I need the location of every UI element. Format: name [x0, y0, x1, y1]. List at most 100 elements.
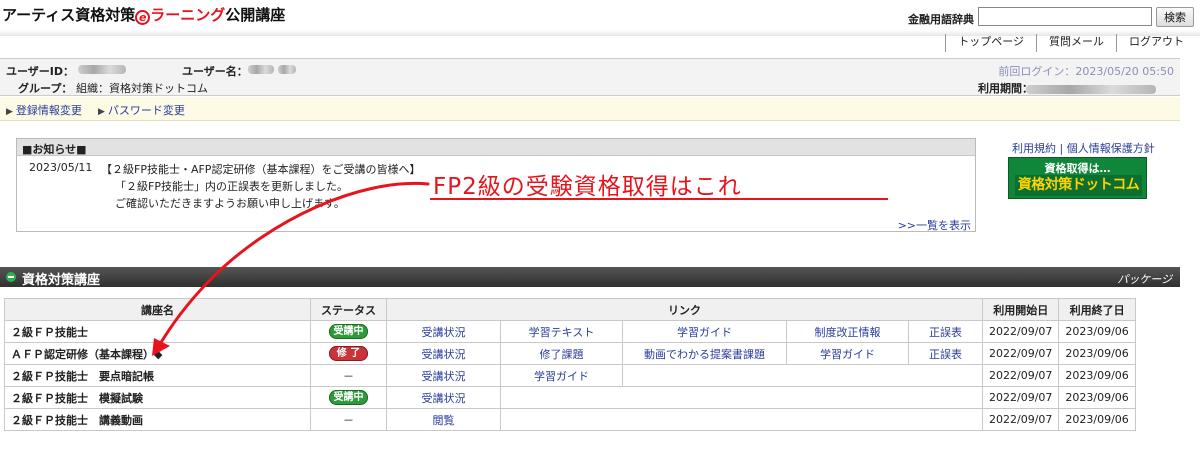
status-cell: 修 了: [310, 342, 387, 365]
change-password-link[interactable]: ▶ パスワード変更: [98, 102, 185, 118]
group-label: グループ：: [18, 82, 73, 95]
link-video-proposal-assignment[interactable]: 動画でわかる提案書課題: [622, 342, 787, 365]
nav-logout[interactable]: ログアウト: [1117, 34, 1200, 52]
course-name: ＡＦＰ認定研修（基本課程）◆: [4, 342, 311, 365]
notice-title: ■お知らせ■: [17, 139, 975, 156]
status-cell: －: [310, 408, 387, 431]
triangle-right-icon: ▶: [6, 107, 13, 117]
header-course-name: 講座名: [4, 298, 311, 321]
status-cell: 受講中: [310, 386, 387, 409]
status-badge: 修 了: [329, 346, 368, 361]
notice-date: 2023/05/11: [29, 161, 93, 174]
section-header: 資格対策講座 パッケージ: [0, 267, 1180, 288]
start-date: 2022/09/07: [981, 386, 1060, 409]
link-study-guide[interactable]: 学習ガイド: [622, 320, 787, 343]
link-textbook[interactable]: 学習テキスト: [500, 320, 623, 343]
end-date: 2023/09/06: [1058, 408, 1136, 431]
start-date: 2022/09/07: [981, 364, 1060, 387]
user-name-label: ユーザー名：: [182, 65, 248, 78]
link-progress[interactable]: 受講状況: [386, 342, 501, 365]
group-value: 組織：資格対策ドットコム: [76, 82, 208, 95]
link-study-guide[interactable]: 学習ガイド: [500, 364, 623, 387]
table-row: ２級ＦＰ技能士 模擬試験 受講中 受講状況 2022/09/07 2023/09…: [4, 386, 1136, 409]
link-progress[interactable]: 受講状況: [386, 364, 501, 387]
link-law-revision[interactable]: 制度改正情報: [786, 320, 909, 343]
dictionary-search-input[interactable]: [978, 7, 1152, 26]
logo-text-2: ラーニング: [150, 6, 226, 24]
status-cell: －: [310, 364, 387, 387]
start-date: 2022/09/07: [981, 408, 1060, 431]
edit-registration-label: 登録情報変更: [15, 104, 82, 117]
minus-circle-icon[interactable]: [6, 272, 16, 282]
policy-links: 利用規約 | 個人情報保護方針: [1012, 140, 1155, 156]
banner-bottom-text: 資格対策ドットコム: [1015, 175, 1142, 196]
search-button[interactable]: 検索: [1156, 7, 1194, 27]
link-completion-assignment[interactable]: 修了課題: [500, 342, 623, 365]
end-date: 2023/09/06: [1058, 342, 1136, 365]
empty-cell: [500, 408, 983, 431]
header-links: リンク: [386, 298, 983, 321]
last-login: 前回ログイン：2023/05/20 05:50: [998, 65, 1174, 78]
shikaku-taisaku-banner[interactable]: 資格取得は… 資格対策ドットコム: [1008, 157, 1147, 199]
link-view[interactable]: 閲覧: [386, 408, 501, 431]
table-row: ＡＦＰ認定研修（基本課程）◆ 修 了 受講状況 修了課題 動画でわかる提案書課題…: [4, 342, 1136, 365]
start-date: 2022/09/07: [981, 320, 1060, 343]
site-logo[interactable]: アーティス資格対策 e ラーニング公開講座: [2, 4, 285, 25]
link-errata[interactable]: 正誤表: [908, 342, 983, 365]
end-date: 2023/09/06: [1058, 364, 1136, 387]
end-date: 2023/09/06: [1058, 320, 1136, 343]
user-id-value: [78, 62, 126, 75]
notice-line-3: ご確認いただきますようお願い申し上げます。: [115, 197, 345, 210]
change-password-label: パスワード変更: [107, 104, 185, 117]
annotation-underline: [430, 198, 888, 200]
user-name-value: [248, 62, 296, 75]
dictionary-label: 金融用語辞典: [908, 13, 974, 26]
nav-question-mail[interactable]: 質問メール: [1037, 34, 1117, 52]
section-title: 資格対策講座: [22, 273, 101, 288]
page-header: アーティス資格対策 e ラーニング公開講座 金融用語辞典 検索: [0, 0, 1200, 36]
link-progress[interactable]: 受講状況: [386, 320, 501, 343]
link-errata[interactable]: 正誤表: [908, 320, 983, 343]
course-table: 講座名 ステータス リンク 利用開始日 利用終了日 ２級ＦＰ技能士 受講中 受講…: [4, 298, 1136, 431]
status-badge: 受講中: [329, 390, 368, 405]
empty-cell: [500, 386, 983, 409]
table-row: ２級ＦＰ技能士 講義動画 － 閲覧 2022/09/07 2023/09/06: [4, 408, 1136, 431]
link-separator: |: [1056, 142, 1067, 155]
table-row: ２級ＦＰ技能士 要点暗記帳 － 受講状況 学習ガイド 2022/09/07 20…: [4, 364, 1136, 387]
usage-period-value: [1026, 82, 1156, 95]
user-info-bar: ユーザーID： ユーザー名： グループ： 組織：資格対策ドットコム 前回ログイン…: [0, 58, 1180, 96]
course-name: ２級ＦＰ技能士 模擬試験: [4, 386, 311, 409]
usage-period-label: 利用期間：: [978, 82, 1033, 95]
header-end-date: 利用終了日: [1058, 298, 1136, 321]
package-label: パッケージ: [1117, 273, 1172, 286]
course-name: ２級ＦＰ技能士: [4, 320, 311, 343]
header-status: ステータス: [310, 298, 387, 321]
privacy-link[interactable]: 個人情報保護方針: [1067, 142, 1155, 155]
terms-link[interactable]: 利用規約: [1012, 142, 1056, 155]
link-progress[interactable]: 受講状況: [386, 386, 501, 409]
notice-show-all-link[interactable]: >>一覧を表示: [898, 217, 971, 233]
annotation-text: FP2級の受験資格取得はこれ: [433, 174, 742, 200]
logo-e-mark: e: [135, 10, 151, 25]
course-name: ２級ＦＰ技能士 要点暗記帳: [4, 364, 311, 387]
nav-top-page[interactable]: トップページ: [946, 34, 1037, 52]
edit-registration-link[interactable]: ▶ 登録情報変更: [6, 102, 82, 118]
table-row: ２級ＦＰ技能士 受講中 受講状況 学習テキスト 学習ガイド 制度改正情報 正誤表…: [4, 320, 1136, 343]
course-name: ２級ＦＰ技能士 講義動画: [4, 408, 311, 431]
status-cell: 受講中: [310, 320, 387, 343]
logo-text-1: アーティス資格対策: [2, 6, 136, 24]
table-header-row: 講座名 ステータス リンク 利用開始日 利用終了日: [4, 298, 1136, 321]
logo-text-3: 公開講座: [225, 6, 286, 24]
empty-cell: [622, 364, 983, 387]
account-links-bar: ▶ 登録情報変更 ▶ パスワード変更: [0, 97, 1180, 121]
notice-line-2: 「２級FP技能士」内の正誤表を更新しました。: [115, 180, 348, 193]
start-date: 2022/09/07: [981, 342, 1060, 365]
banner-top-text: 資格取得は…: [1044, 162, 1111, 175]
notice-line-1: 【２級FP技能士・AFP認定研修（基本課程）をご受講の皆様へ】: [101, 163, 421, 176]
top-nav: トップページ 質問メール ログアウト: [945, 34, 1200, 52]
header-start-date: 利用開始日: [981, 298, 1060, 321]
user-id-label: ユーザーID：: [6, 65, 75, 78]
triangle-right-icon: ▶: [98, 107, 105, 117]
link-study-guide[interactable]: 学習ガイド: [786, 342, 909, 365]
status-badge: 受講中: [329, 324, 368, 339]
